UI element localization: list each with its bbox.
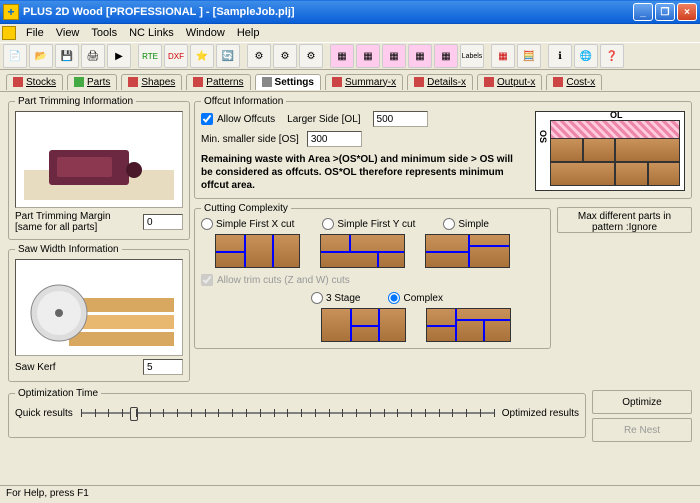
- tab-details[interactable]: Details-x: [407, 74, 473, 90]
- tb-labels[interactable]: Labels: [460, 44, 484, 68]
- tb-new[interactable]: 📄: [3, 44, 27, 68]
- margin-input[interactable]: [143, 214, 183, 230]
- tab-patterns[interactable]: Patterns: [186, 74, 250, 90]
- minimize-button[interactable]: _: [633, 3, 653, 21]
- menu-tools[interactable]: Tools: [85, 25, 123, 41]
- kerf-input[interactable]: [143, 359, 183, 375]
- tab-bar: Stocks Parts Shapes Patterns Settings Su…: [0, 70, 700, 92]
- allow-offcuts-check[interactable]: Allow Offcuts: [201, 113, 275, 125]
- tb-run[interactable]: ▶: [107, 44, 131, 68]
- app-menu-icon: [2, 26, 16, 40]
- window-title: PLUS 2D Wood [PROFESSIONAL ] - [SampleJo…: [23, 6, 295, 18]
- tab-parts[interactable]: Parts: [67, 74, 117, 90]
- larger-side-label: Larger Side [OL]: [287, 114, 360, 125]
- radio-complex[interactable]: Complex: [388, 292, 442, 304]
- tab-output[interactable]: Output-x: [477, 74, 542, 90]
- radio-simple[interactable]: Simple: [443, 218, 489, 230]
- optim-slider[interactable]: [81, 403, 494, 423]
- tb-info[interactable]: ℹ: [548, 44, 572, 68]
- tb-rte[interactable]: RTE: [138, 44, 162, 68]
- tb-p2[interactable]: ▦: [356, 44, 380, 68]
- tb-refresh[interactable]: 🔄: [216, 44, 240, 68]
- tb-dxf[interactable]: DXF: [164, 44, 188, 68]
- part-trimming-legend: Part Trimming Information: [15, 96, 136, 107]
- tb-fav[interactable]: ⭐: [190, 44, 214, 68]
- min-side-input[interactable]: [307, 131, 362, 147]
- margin-label: Part Trimming Margin [same for all parts…: [15, 211, 139, 233]
- app-icon: +: [3, 4, 19, 20]
- status-text: For Help, press F1: [6, 488, 89, 499]
- cut-diagram-sfy: [320, 234, 405, 268]
- tb-help[interactable]: ❓: [600, 44, 624, 68]
- tb-gear1[interactable]: ⚙: [247, 44, 271, 68]
- optimized-results-label: Optimized results: [502, 408, 579, 419]
- radio-simple-first-y[interactable]: Simple First Y cut: [322, 218, 415, 230]
- menu-file[interactable]: File: [20, 25, 50, 41]
- tb-open[interactable]: 📂: [29, 44, 53, 68]
- title-bar: + PLUS 2D Wood [PROFESSIONAL ] - [Sample…: [0, 0, 700, 24]
- cutting-complexity-group: Cutting Complexity Simple First X cut Si…: [194, 203, 551, 349]
- tb-web[interactable]: 🌐: [574, 44, 598, 68]
- cut-diagram-sfx: [215, 234, 300, 268]
- tab-stocks[interactable]: Stocks: [6, 74, 63, 90]
- status-bar: For Help, press F1: [0, 485, 700, 503]
- tb-gear3[interactable]: ⚙: [299, 44, 323, 68]
- tb-p1[interactable]: ▦: [330, 44, 354, 68]
- menu-view[interactable]: View: [50, 25, 86, 41]
- quick-results-label: Quick results: [15, 408, 73, 419]
- optim-legend: Optimization Time: [15, 388, 101, 399]
- tb-p5[interactable]: ▦: [434, 44, 458, 68]
- tb-grid[interactable]: ▦: [491, 44, 515, 68]
- offcut-group: Offcut Information Allow Offcuts Larger …: [194, 96, 692, 199]
- menu-nclinks[interactable]: NC Links: [123, 25, 180, 41]
- min-side-label: Min. smaller side [OS]: [201, 134, 299, 145]
- optimization-time-group: Optimization Time Quick results Optimize…: [8, 388, 586, 438]
- cut-diagram-3stage: [321, 308, 406, 342]
- max-parts-button[interactable]: Max different parts in pattern :Ignore: [557, 207, 692, 233]
- allow-trim-cuts-check: Allow trim cuts (Z and W) cuts: [201, 274, 544, 286]
- offcut-diagram: OL OS: [535, 111, 685, 191]
- cut-diagram-simple: [425, 234, 510, 268]
- saw-width-legend: Saw Width Information: [15, 244, 122, 255]
- radio-3stage[interactable]: 3 Stage: [311, 292, 360, 304]
- maximize-button[interactable]: ❐: [655, 3, 675, 21]
- part-trimming-group: Part Trimming Information Part Trimming …: [8, 96, 190, 240]
- renest-button[interactable]: Re Nest: [592, 418, 692, 442]
- radio-simple-first-x[interactable]: Simple First X cut: [201, 218, 294, 230]
- tb-print[interactable]: 🖨: [81, 44, 105, 68]
- menu-help[interactable]: Help: [231, 25, 266, 41]
- tab-settings[interactable]: Settings: [255, 74, 321, 90]
- saw-width-group: Saw Width Information Saw Kerf: [8, 244, 190, 382]
- part-trimming-image: [15, 111, 183, 208]
- kerf-label: Saw Kerf: [15, 362, 139, 373]
- tb-p3[interactable]: ▦: [382, 44, 406, 68]
- menu-window[interactable]: Window: [180, 25, 231, 41]
- optimize-button[interactable]: Optimize: [592, 390, 692, 414]
- offcut-legend: Offcut Information: [201, 96, 286, 107]
- tab-shapes[interactable]: Shapes: [121, 74, 182, 90]
- tab-cost[interactable]: Cost-x: [546, 74, 602, 90]
- cut-diagram-complex: [426, 308, 511, 342]
- tb-calc[interactable]: 🧮: [517, 44, 541, 68]
- menu-bar: File View Tools NC Links Window Help: [0, 24, 700, 42]
- tb-p4[interactable]: ▦: [408, 44, 432, 68]
- tb-save[interactable]: 💾: [55, 44, 79, 68]
- offcut-note: Remaining waste with Area >(OS*OL) and m…: [201, 153, 525, 192]
- close-button[interactable]: ×: [677, 3, 697, 21]
- main-panel: Part Trimming Information Part Trimming …: [0, 92, 700, 485]
- toolbar: 📄 📂 💾 🖨 ▶ RTE DXF ⭐ 🔄 ⚙ ⚙ ⚙ ▦ ▦ ▦ ▦ ▦ La…: [0, 42, 700, 70]
- saw-width-image: [15, 259, 183, 356]
- tb-gear2[interactable]: ⚙: [273, 44, 297, 68]
- cutting-legend: Cutting Complexity: [201, 203, 291, 214]
- tab-summary[interactable]: Summary-x: [325, 74, 403, 90]
- larger-side-input[interactable]: [373, 111, 428, 127]
